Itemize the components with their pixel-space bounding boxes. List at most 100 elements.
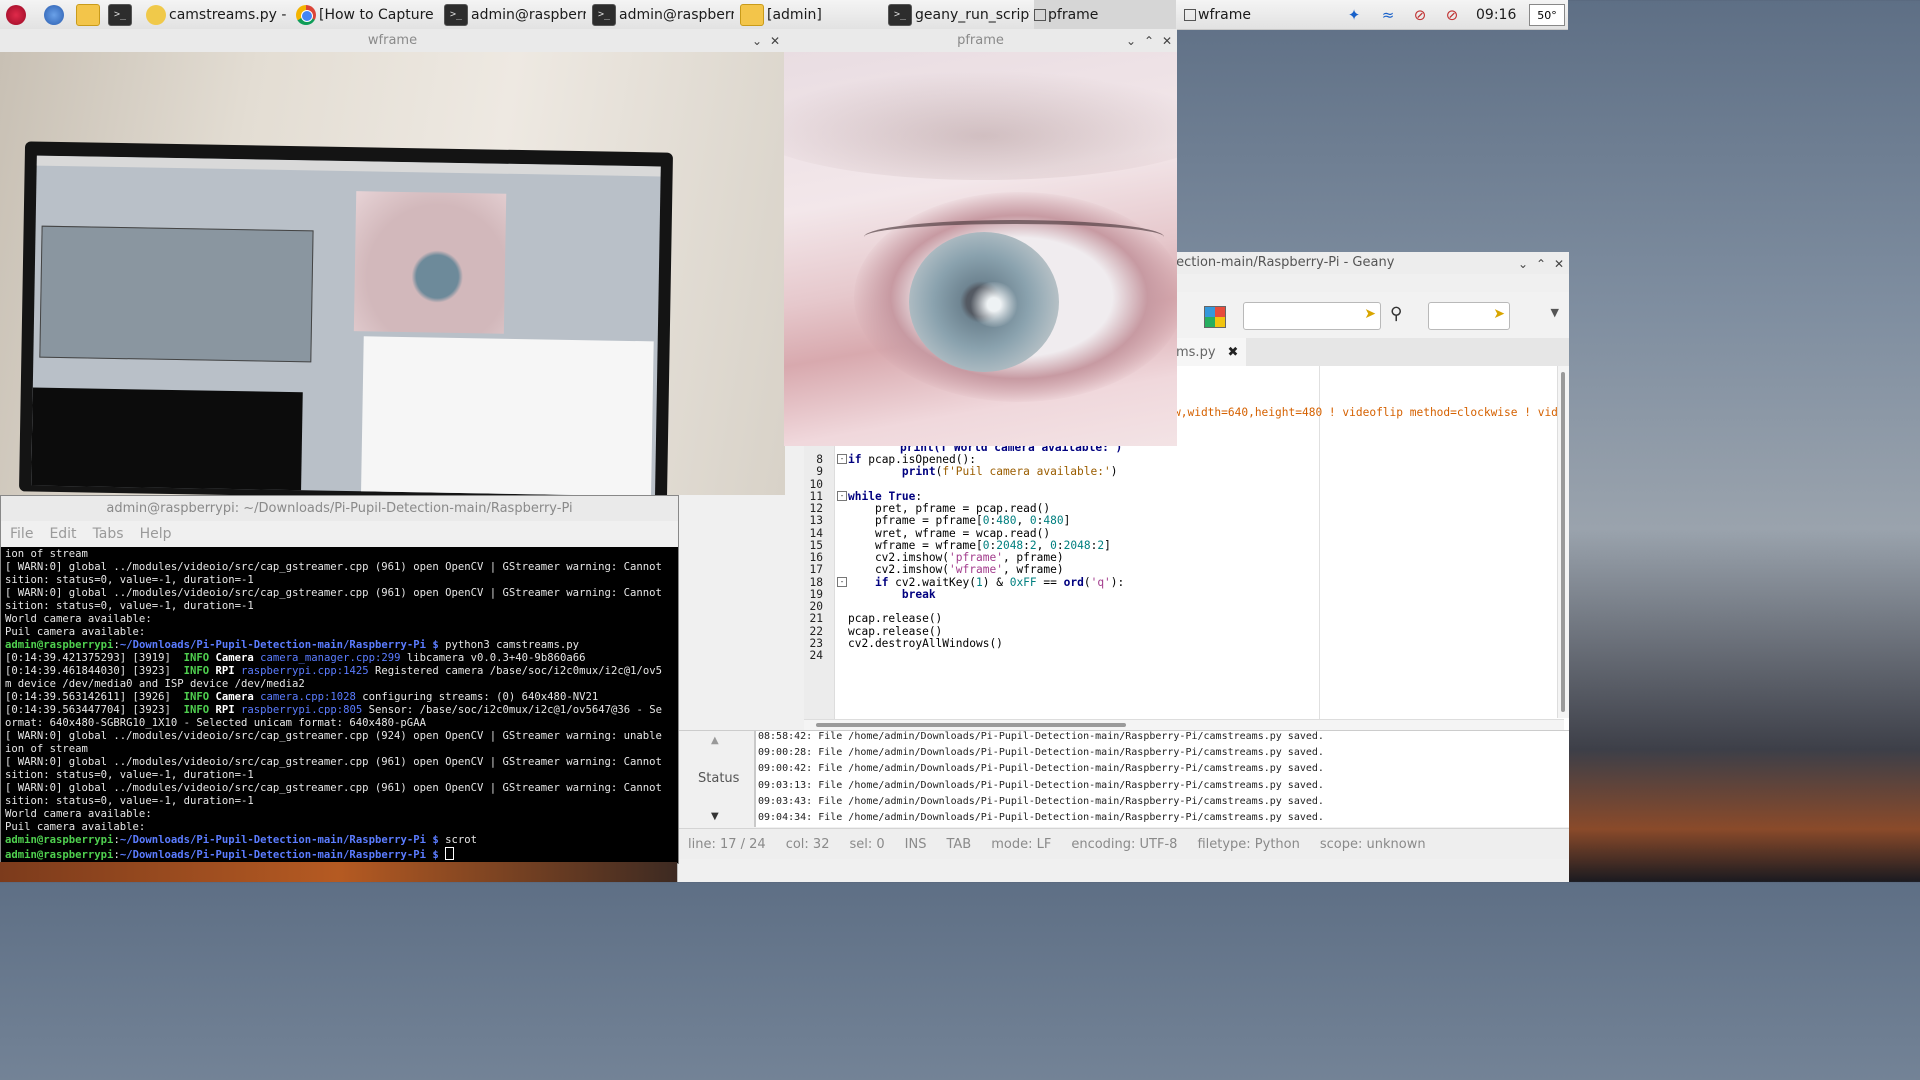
tab-status[interactable]: Status xyxy=(698,771,739,786)
menu-help[interactable]: Help xyxy=(140,526,172,542)
message-line: 08:58:42: File /home/admin/Downloads/Pi-… xyxy=(758,731,1324,742)
task-camstreams[interactable]: camstreams.py - /... xyxy=(146,0,288,29)
line-number: 11 xyxy=(809,489,823,503)
folder-icon xyxy=(76,3,100,26)
clock[interactable]: 09:16 xyxy=(1476,0,1520,29)
line-number: 8 xyxy=(816,453,823,466)
menu-edit[interactable]: Edit xyxy=(49,526,76,542)
fold-marker-icon[interactable]: - xyxy=(837,490,847,501)
line-number: 9 xyxy=(816,465,823,479)
terminal-icon: >_ xyxy=(444,3,468,26)
close-tab-icon[interactable]: ✖ xyxy=(1228,345,1239,360)
wifi-icon[interactable]: ≈ xyxy=(1376,0,1400,29)
task-label: admin@raspberry... xyxy=(471,6,586,23)
folder-icon xyxy=(740,3,764,26)
line-number: 12 xyxy=(809,502,823,515)
line-number: 14 xyxy=(809,526,823,540)
terminal-titlebar[interactable]: admin@raspberrypi: ~/Downloads/Pi-Pupil-… xyxy=(1,496,678,521)
task-label: geany_run_script_... xyxy=(915,6,1030,23)
status-field: encoding: UTF-8 xyxy=(1071,836,1178,852)
maximize-button[interactable]: ⌃ xyxy=(1143,34,1155,48)
wframe-titlebar[interactable]: wframe ⌄ ✕ xyxy=(0,29,785,52)
chevron-down-icon[interactable]: ▼ xyxy=(711,811,719,822)
volume-muted-icon[interactable]: ⊘ xyxy=(1408,0,1432,29)
status-field: col: 32 xyxy=(785,836,830,852)
task-terminal-1[interactable]: >_admin@raspberry... xyxy=(444,0,586,29)
task-label: [admin] xyxy=(767,6,822,23)
scrollbar-thumb[interactable] xyxy=(1561,372,1565,712)
window-title: wframe xyxy=(367,33,418,48)
terminal-line: [ WARN:0] global ../modules/videoio/src/… xyxy=(5,587,662,599)
close-button[interactable]: ✕ xyxy=(769,34,781,48)
terminal-line: [0:14:39.563447704] [3923] INFO RPI rasp… xyxy=(5,704,662,716)
goto-line-input[interactable]: ➤ xyxy=(1428,302,1510,330)
desktop-wallpaper-strip xyxy=(0,862,677,882)
pframe-titlebar[interactable]: pframe ⌄ ⌃ ✕ xyxy=(784,29,1177,52)
terminal-line: ion of stream xyxy=(5,548,88,560)
status-field: INS xyxy=(904,836,927,852)
status-field: scope: unknown xyxy=(1319,836,1426,852)
browser-launcher-button[interactable] xyxy=(44,0,72,29)
close-button[interactable]: ✕ xyxy=(1161,34,1173,48)
task-terminal-2[interactable]: >_admin@raspberry... xyxy=(592,0,734,29)
task-geany-run[interactable]: >_geany_run_script_... xyxy=(888,0,1030,29)
line-number: 19 xyxy=(809,587,823,601)
task-pframe[interactable]: pframe xyxy=(1034,0,1176,29)
task-file-manager[interactable]: [admin] xyxy=(740,0,882,29)
menu-tabs[interactable]: Tabs xyxy=(93,526,124,542)
chevron-up-icon[interactable]: ▲ xyxy=(711,735,719,746)
fold-marker-icon[interactable]: - xyxy=(837,576,847,587)
status-field: line: 17 / 24 xyxy=(688,836,766,852)
terminal-line: World camera available: xyxy=(5,808,152,820)
globe-icon xyxy=(44,4,64,25)
chevron-down-icon[interactable]: ▼ xyxy=(1551,306,1559,319)
file-manager-launcher-button[interactable] xyxy=(76,0,104,29)
close-button[interactable]: ✕ xyxy=(1553,257,1565,271)
code-text: if pcap.isOpened(): xyxy=(848,453,976,466)
code-text: if cv2.waitKey(1) & 0xFF == ord('q'): xyxy=(874,575,1125,589)
maximize-button[interactable]: ⌃ xyxy=(1535,257,1547,271)
terminal-line: admin@raspberrypi:~/Downloads/Pi-Pupil-D… xyxy=(5,639,580,651)
terminal-launcher-button[interactable]: >_ xyxy=(108,0,136,29)
color-chooser-icon[interactable] xyxy=(1204,306,1226,328)
tab-camstreams[interactable]: ms.py ✖ xyxy=(1176,338,1246,366)
vertical-scrollbar[interactable] xyxy=(1557,366,1569,718)
fold-marker-icon[interactable]: - xyxy=(837,454,847,464)
terminal-output[interactable]: ion of stream [ WARN:0] global ../modules… xyxy=(5,548,678,863)
line-number: 15 xyxy=(809,538,823,552)
terminal-line: admin@raspberrypi:~/Downloads/Pi-Pupil-D… xyxy=(5,834,478,846)
cpu-temperature[interactable]: 50° xyxy=(1529,4,1565,26)
raspberry-icon xyxy=(6,4,26,25)
minimize-button[interactable]: ⌄ xyxy=(1125,34,1137,48)
code-text: cv2.destroyAllWindows() xyxy=(848,636,1003,650)
message-line: 09:00:28: File /home/admin/Downloads/Pi-… xyxy=(758,747,1324,759)
minimize-button[interactable]: ⌄ xyxy=(1517,257,1529,271)
status-field: sel: 0 xyxy=(849,836,885,852)
search-input[interactable]: ➤ xyxy=(1243,302,1381,330)
code-text: pcap.release() xyxy=(848,612,943,626)
task-wframe[interactable]: wframe xyxy=(1184,0,1326,29)
raspberry-menu-button[interactable] xyxy=(6,0,34,29)
line-number: 16 xyxy=(809,551,823,564)
terminal-icon: >_ xyxy=(108,3,132,26)
microphone-muted-icon[interactable]: ⊘ xyxy=(1440,0,1464,29)
find-icon[interactable]: ⚲ xyxy=(1390,304,1402,324)
scrollbar-thumb[interactable] xyxy=(816,723,1126,727)
geany-title: tection-main/Raspberry-Pi - Geany xyxy=(1171,255,1395,270)
monitor-image xyxy=(18,141,674,495)
status-field: filetype: Python xyxy=(1197,836,1300,852)
task-browser[interactable]: [How to Capture S... xyxy=(296,0,438,29)
window-icon xyxy=(1184,8,1196,21)
clear-icon[interactable]: ➤ xyxy=(1493,306,1505,322)
bluetooth-icon[interactable]: ✦ xyxy=(1342,0,1366,29)
menu-file[interactable]: File xyxy=(10,526,33,542)
terminal-icon: >_ xyxy=(592,3,616,26)
code-text: wcap.release() xyxy=(848,624,943,638)
clear-icon[interactable]: ➤ xyxy=(1364,306,1376,322)
window-title: pframe xyxy=(957,33,1004,48)
message-line: 09:04:34: File /home/admin/Downloads/Pi-… xyxy=(758,812,1324,823)
message-line: 09:03:13: File /home/admin/Downloads/Pi-… xyxy=(758,779,1324,791)
minimize-button[interactable]: ⌄ xyxy=(751,34,763,48)
horizontal-scrollbar[interactable] xyxy=(804,719,1564,730)
terminal-icon: >_ xyxy=(888,3,912,26)
